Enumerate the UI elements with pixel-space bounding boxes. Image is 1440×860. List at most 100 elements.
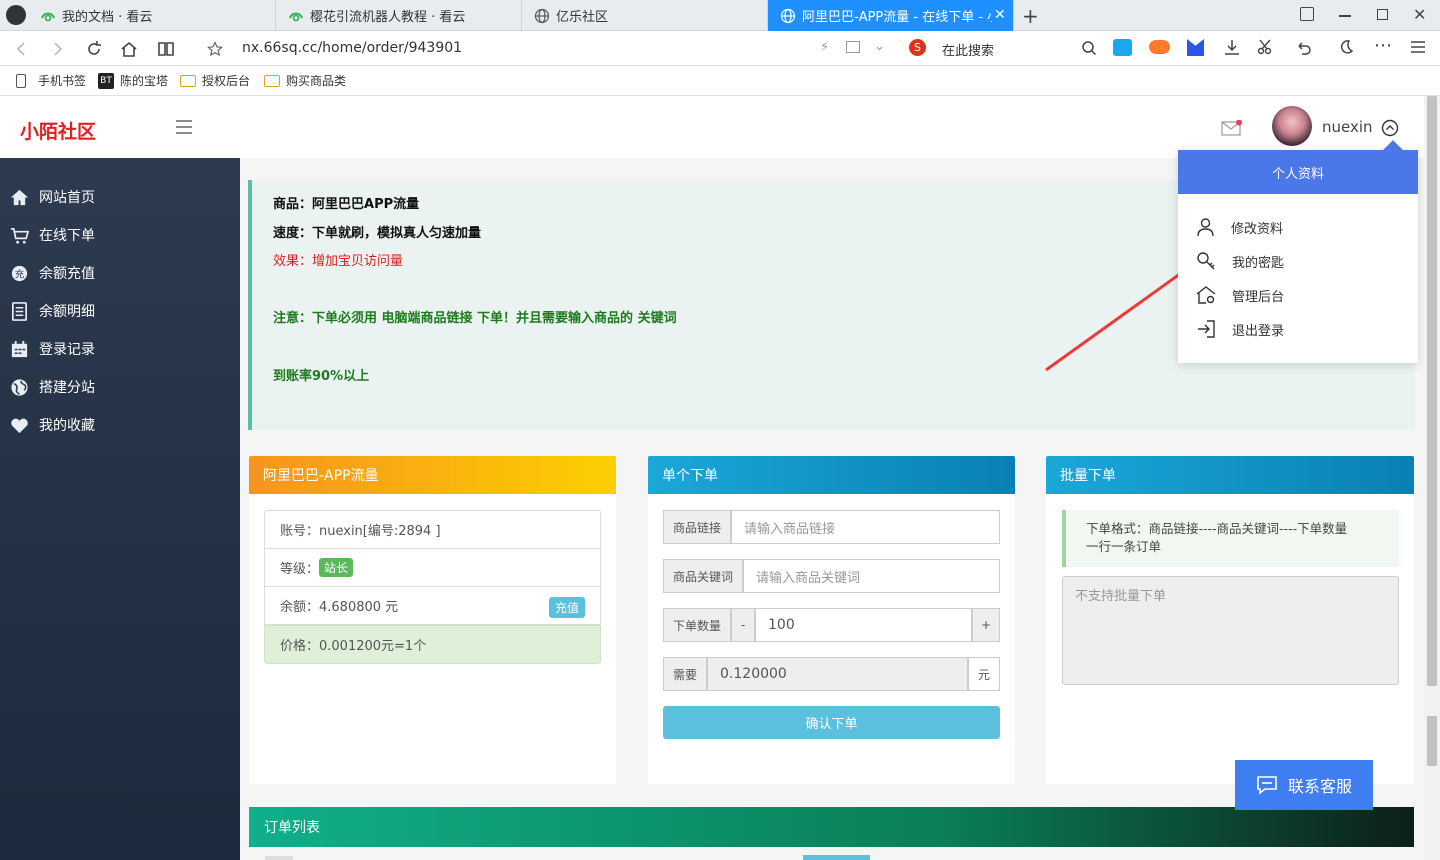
night-mode-icon[interactable] bbox=[1337, 38, 1355, 60]
dropdown-header: 个人资料 bbox=[1178, 150, 1418, 194]
url-field[interactable]: nx.66sq.cc/home/order/943901 bbox=[242, 40, 462, 56]
sogou-search-icon[interactable]: S bbox=[909, 39, 926, 56]
browser-avatar-icon[interactable] bbox=[6, 5, 26, 25]
home-icon bbox=[10, 189, 29, 205]
heart-icon bbox=[11, 418, 28, 433]
sidebar-item-recharge[interactable]: 充 余额充值 bbox=[10, 261, 95, 285]
video-app-icon[interactable] bbox=[1113, 39, 1132, 56]
search-icon[interactable] bbox=[1081, 40, 1097, 60]
sidebar-item-order[interactable]: 在线下单 bbox=[10, 223, 95, 247]
keyword-input[interactable]: 请输入商品关键词 bbox=[743, 559, 1000, 593]
sidebar-item-label: 余额明细 bbox=[39, 304, 95, 320]
bookmark-bt[interactable]: BT 陈的宝塔 bbox=[98, 72, 168, 89]
reload-icon[interactable] bbox=[84, 39, 104, 59]
cost-unit: 元 bbox=[968, 657, 1000, 691]
username[interactable]: nuexin bbox=[1322, 118, 1373, 136]
phone-icon bbox=[16, 73, 26, 88]
scrollbar-thumb[interactable] bbox=[1427, 96, 1437, 686]
notice-line-effect: 效果：增加宝贝访问量 bbox=[273, 254, 404, 269]
undo-icon[interactable] bbox=[1295, 38, 1313, 60]
bookmark-label: 陈的宝塔 bbox=[120, 74, 169, 88]
tab-1[interactable]: 我的文档 · 看云 bbox=[28, 0, 276, 31]
chevron-up-circle-icon[interactable] bbox=[1381, 119, 1399, 141]
quantity-input[interactable]: 100 bbox=[755, 608, 972, 642]
reader-icon[interactable] bbox=[156, 39, 176, 59]
sidebar-item-label: 搭建分站 bbox=[39, 380, 95, 396]
recharge-button[interactable]: 充值 bbox=[548, 597, 585, 618]
menu-item-my-key[interactable]: 我的密匙 bbox=[1196, 249, 1284, 273]
quantity-label: 下单数量 bbox=[663, 608, 732, 642]
kanyun-logo-icon bbox=[288, 8, 304, 24]
back-icon[interactable] bbox=[12, 39, 32, 59]
submit-order-button[interactable]: 确认下单 bbox=[663, 706, 1000, 739]
svg-text:充: 充 bbox=[15, 268, 25, 280]
tab-3[interactable]: 亿乐社区 bbox=[522, 0, 768, 31]
forward-icon[interactable] bbox=[47, 39, 67, 59]
tab-title: 阿里巴巴-APP流量 - 在线下单 - 小陌 bbox=[802, 10, 992, 25]
decrement-button[interactable]: - bbox=[731, 608, 756, 642]
bookmark-folder-auth[interactable]: 授权后台 bbox=[180, 72, 250, 89]
scissors-icon[interactable] bbox=[1257, 38, 1275, 60]
tab-title: 樱花引流机器人教程 · 看云 bbox=[310, 10, 466, 25]
minimize-icon[interactable] bbox=[1339, 15, 1351, 17]
batch-textarea[interactable]: 不支持批量下单 bbox=[1062, 576, 1399, 685]
lightning-icon[interactable]: ⚡ bbox=[820, 40, 829, 55]
sidebar-item-home[interactable]: 网站首页 bbox=[10, 185, 95, 209]
bookmark-label: 购买商品类 bbox=[286, 74, 347, 88]
globe-icon bbox=[534, 8, 550, 24]
page-scrollbar[interactable] bbox=[1424, 96, 1440, 860]
sidebar-item-substation[interactable]: 搭建分站 bbox=[10, 375, 95, 399]
download-icon[interactable] bbox=[1223, 38, 1241, 60]
balance-text: 余额：4.680800 元 bbox=[280, 600, 399, 615]
link-label: 商品链接 bbox=[663, 510, 732, 544]
more-icon[interactable]: ⋯ bbox=[1374, 35, 1392, 56]
avatar[interactable] bbox=[1272, 106, 1312, 146]
home-icon[interactable] bbox=[119, 39, 139, 59]
maximize-icon[interactable] bbox=[1377, 9, 1388, 20]
tab-title: 亿乐社区 bbox=[556, 10, 609, 25]
search-engine-label[interactable]: 在此搜索 bbox=[942, 40, 994, 59]
brand-logo[interactable]: 小陌社区 bbox=[20, 117, 96, 144]
close-window-icon[interactable]: ✕ bbox=[1413, 5, 1426, 24]
sidebar-item-ledger[interactable]: 余额明细 bbox=[10, 299, 95, 323]
bookmarks-bar: 手机书签 BT 陈的宝塔 授权后台 购买商品类 bbox=[0, 66, 1440, 96]
order-list-title: 订单列表 bbox=[249, 807, 1414, 847]
batch-hint-format: 下单格式：商品链接----商品关键词----下单数量 bbox=[1086, 521, 1348, 536]
menu-item-admin[interactable]: 管理后台 bbox=[1196, 283, 1284, 307]
batch-order-card: 批量下单 下单格式：商品链接----商品关键词----下单数量 一行一条订单 不… bbox=[1046, 456, 1414, 784]
new-tab-icon[interactable]: + bbox=[1022, 4, 1039, 28]
batch-order-title: 批量下单 bbox=[1046, 456, 1414, 494]
sidebar-item-label: 登录记录 bbox=[39, 342, 95, 358]
star-icon[interactable] bbox=[205, 39, 225, 59]
address-bar: nx.66sq.cc/home/order/943901 ⚡ ⌄ S 在此搜索 … bbox=[0, 31, 1440, 66]
mail-icon[interactable] bbox=[1221, 119, 1243, 140]
logout-icon bbox=[1198, 320, 1215, 338]
sidebar-item-favorites[interactable]: 我的收藏 bbox=[10, 413, 95, 437]
single-order-title: 单个下单 bbox=[648, 456, 1015, 494]
bookmark-app-icon[interactable] bbox=[1187, 39, 1204, 56]
increment-button[interactable]: + bbox=[972, 608, 1000, 642]
hamburger-icon[interactable] bbox=[176, 120, 192, 138]
order-list-toolbar bbox=[265, 856, 293, 860]
menu-icon[interactable] bbox=[1410, 39, 1426, 59]
scrollbar-thumb-secondary[interactable] bbox=[1427, 716, 1437, 766]
cost-label: 需要 bbox=[663, 657, 708, 691]
chevron-down-icon[interactable]: ⌄ bbox=[874, 39, 885, 54]
product-card: 阿里巴巴-APP流量 账号：nuexin[编号:2894 ] 等级： 站长 余额… bbox=[249, 456, 616, 784]
link-input[interactable]: 请输入商品链接 bbox=[731, 510, 1000, 544]
menu-item-logout[interactable]: 退出登录 bbox=[1196, 317, 1284, 341]
game-controller-icon[interactable] bbox=[1149, 40, 1170, 54]
tab-2[interactable]: 樱花引流机器人教程 · 看云 bbox=[276, 0, 522, 31]
sidebar-item-label: 网站首页 bbox=[39, 190, 95, 206]
customer-service-button[interactable]: 联系客服 bbox=[1235, 760, 1373, 810]
bookmark-folder-buy[interactable]: 购买商品类 bbox=[264, 72, 346, 89]
menu-item-edit-profile[interactable]: 修改资料 bbox=[1196, 215, 1283, 239]
order-list-search-button[interactable] bbox=[803, 855, 870, 860]
sidebar-item-login-log[interactable]: 登录记录 bbox=[10, 337, 95, 361]
tab-4-active[interactable]: 阿里巴巴-APP流量 - 在线下单 - 小陌 ✕ bbox=[768, 0, 1014, 31]
bookmark-mobile[interactable]: 手机书签 bbox=[16, 72, 86, 89]
share-icon[interactable] bbox=[846, 41, 860, 53]
notice-line-warning: 注意：下单必须用 电脑端商品链接 下单！并且需要输入商品的 关键词 bbox=[273, 311, 677, 326]
tab-close-icon[interactable]: ✕ bbox=[994, 7, 1006, 23]
shirt-skin-icon[interactable] bbox=[1300, 7, 1314, 21]
